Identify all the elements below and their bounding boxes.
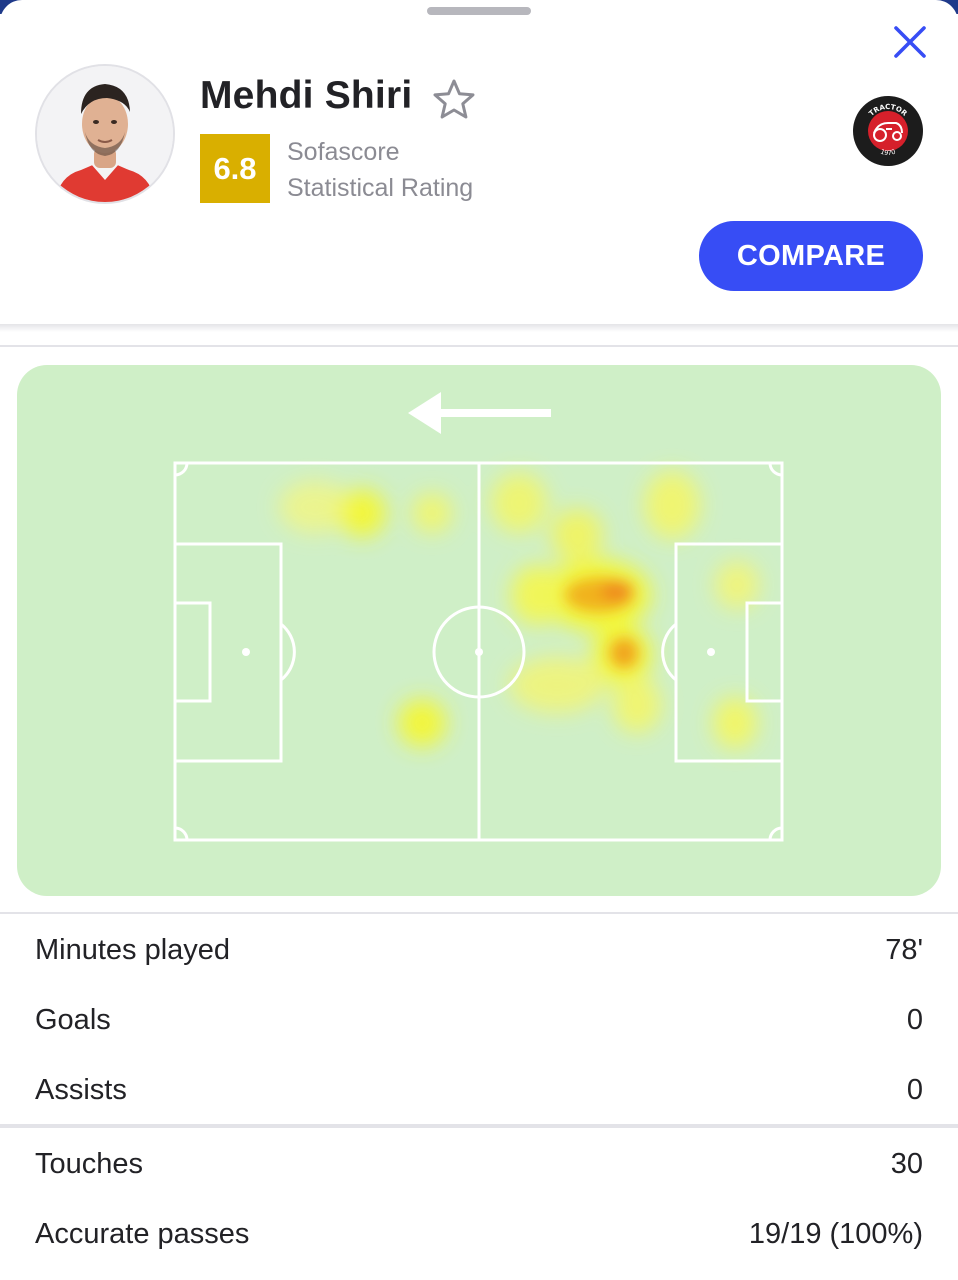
rating-label: Sofascore Statistical Rating [287,134,473,206]
stat-row-assists: Assists 0 [35,1065,923,1115]
stat-label: Accurate passes [35,1217,250,1250]
stat-row-minutes-played: Minutes played 78' [35,925,923,975]
stat-row-goals: Goals 0 [35,995,923,1045]
rating-badge: 6.8 [200,134,270,203]
arrow-left-icon [408,392,551,434]
stat-row-touches: Touches 30 [35,1139,923,1189]
stat-value: 0 [906,1073,923,1106]
close-button[interactable] [886,20,934,64]
stat-label: Goals [35,1003,111,1036]
header-shadow [0,324,958,332]
stat-label: Assists [35,1073,127,1106]
player-name: Mehdi Shiri [200,74,413,117]
heatmap-card [17,365,941,896]
stat-value: 19/19 (100%) [748,1217,923,1250]
close-icon [894,26,926,58]
rating-label-line1: Sofascore [287,138,400,166]
player-avatar [35,64,175,204]
stat-label: Minutes played [35,933,231,966]
stat-row-accurate-passes: Accurate passes 19/19 (100%) [35,1209,923,1259]
team-logo[interactable]: TRACTOR 1970 [852,95,924,167]
drag-handle[interactable] [427,7,531,15]
star-icon [433,79,475,119]
stat-value: 78' [885,933,923,966]
compare-button[interactable]: COMPARE [699,221,923,291]
stat-label: Touches [35,1147,144,1180]
player-bottom-sheet: Mehdi Shiri 6.8 Sofascore Statistical Ra… [0,0,958,1280]
stat-value: 30 [890,1147,923,1180]
stat-value: 0 [906,1003,923,1036]
divider [0,345,958,347]
favorite-button[interactable] [430,76,478,124]
heatmap-layer [279,471,759,749]
divider [0,912,958,914]
group-separator [0,1124,958,1128]
rating-label-line2: Statistical Rating [287,174,474,202]
